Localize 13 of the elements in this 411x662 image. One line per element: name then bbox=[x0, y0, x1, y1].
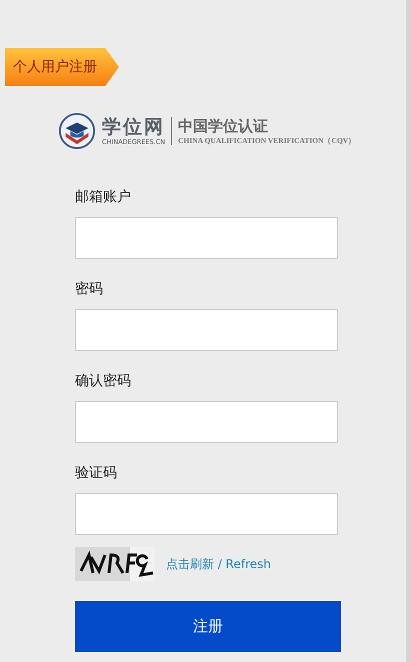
input-field[interactable] bbox=[75, 309, 338, 351]
field-label: 确认密码 bbox=[75, 372, 132, 391]
logo-title: 中国学位认证 bbox=[178, 116, 270, 136]
emblem-icon bbox=[58, 112, 96, 150]
field-label: 验证码 bbox=[75, 464, 118, 483]
tab-ribbon: 个人用户注册 bbox=[5, 48, 119, 86]
logo-name: 学位网 bbox=[102, 116, 166, 138]
register-button[interactable]: 注册 bbox=[75, 601, 341, 652]
input-field[interactable] bbox=[75, 217, 338, 259]
field-label: 密码 bbox=[75, 280, 104, 299]
input-field[interactable] bbox=[75, 493, 338, 535]
field-label: 邮箱账户 bbox=[75, 188, 132, 207]
input-field[interactable] bbox=[75, 401, 338, 443]
